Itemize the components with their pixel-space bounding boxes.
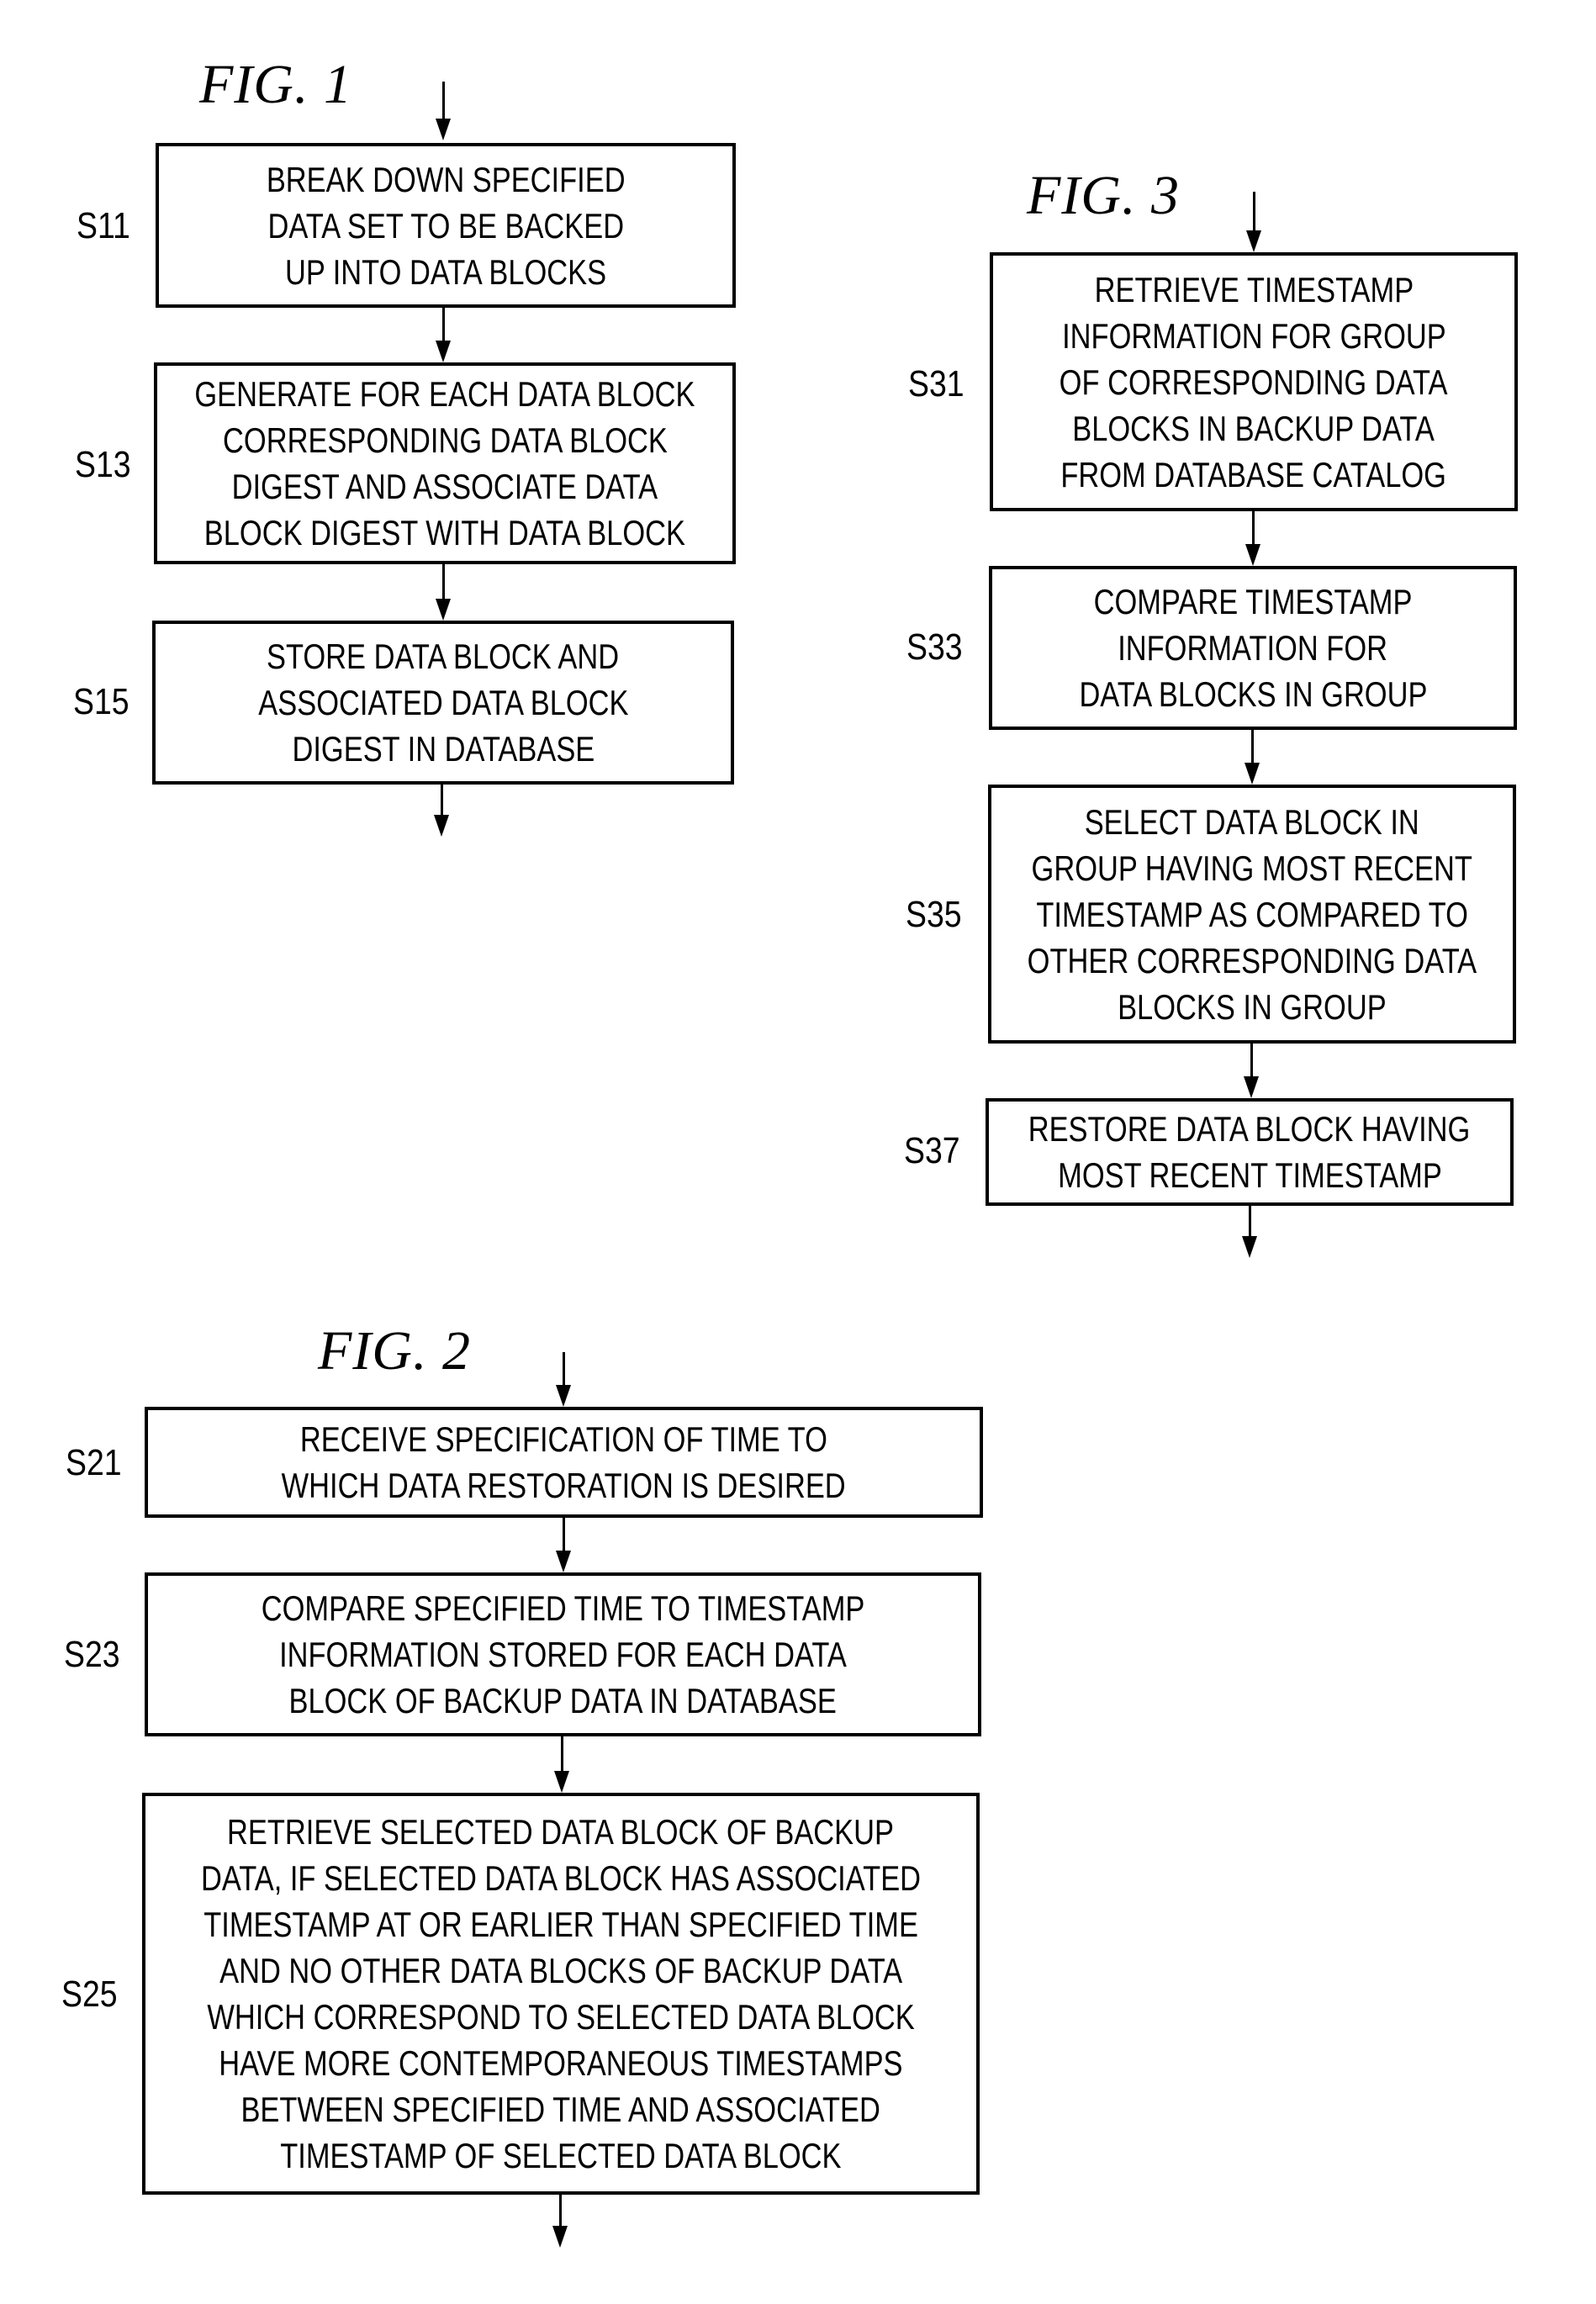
step-box-s21: RECEIVE SPECIFICATION OF TIME TO WHICH D… (145, 1407, 983, 1518)
step-box-s13: GENERATE FOR EACH DATA BLOCK CORRESPONDI… (154, 362, 736, 564)
step-text-line: COMPARE SPECIFIED TIME TO TIMESTAMP (261, 1588, 865, 1628)
patent-drawing-sheet: FIG. 1 S11 BREAK DOWN SPECIFIED DATA SET… (0, 0, 1596, 2304)
step-label-s15: S15 (73, 681, 129, 722)
step-text-line: BETWEEN SPECIFIED TIME AND ASSOCIATED (240, 2090, 881, 2129)
step-text-line: BLOCK OF BACKUP DATA IN DATABASE (288, 1681, 838, 1720)
step-box-s33: COMPARE TIMESTAMP INFORMATION FOR DATA B… (989, 566, 1517, 730)
step-label-s23: S23 (64, 1634, 120, 1675)
step-text-line: TIMESTAMP AT OR EARLIER THAN SPECIFIED T… (203, 1905, 918, 1944)
step-text-line: CORRESPONDING DATA BLOCK (222, 420, 668, 460)
step-text-line: DATA BLOCKS IN GROUP (1078, 674, 1427, 714)
step-text-line: FROM DATABASE CATALOG (1060, 454, 1447, 494)
step-text-line: DIGEST AND ASSOCIATE DATA (231, 467, 658, 506)
step-box-s15: STORE DATA BLOCK AND ASSOCIATED DATA BLO… (152, 621, 734, 785)
step-text-line: BLOCKS IN GROUP (1118, 986, 1387, 1027)
step-text-line: HAVE MORE CONTEMPORANEOUS TIMESTAMPS (219, 2043, 903, 2083)
step-box-s25: RETRIEVE SELECTED DATA BLOCK OF BACKUP D… (142, 1793, 980, 2195)
step-text-line: GROUP HAVING MOST RECENT (1031, 848, 1473, 888)
step-text-line: RECEIVE SPECIFICATION OF TIME TO (299, 1419, 828, 1459)
step-text-line: INFORMATION FOR (1118, 628, 1388, 668)
step-text-line: DATA, IF SELECTED DATA BLOCK HAS ASSOCIA… (200, 1858, 922, 1898)
step-box-s11: BREAK DOWN SPECIFIED DATA SET TO BE BACK… (156, 143, 736, 308)
step-label-s35: S35 (906, 894, 962, 935)
step-label-s33: S33 (906, 626, 963, 668)
step-text-line: DIGEST IN DATABASE (292, 729, 595, 769)
step-label-s13: S13 (75, 444, 131, 485)
step-text-line: MOST RECENT TIMESTAMP (1057, 1155, 1442, 1195)
step-box-s37: RESTORE DATA BLOCK HAVING MOST RECENT TI… (986, 1098, 1514, 1206)
step-text-line: BREAK DOWN SPECIFIED (266, 159, 626, 199)
step-text-line: COMPARE TIMESTAMP (1093, 582, 1413, 621)
figure-3-title: FIG. 3 (1027, 165, 1180, 226)
step-text-line: OF CORRESPONDING DATA (1060, 362, 1448, 402)
step-text-line: GENERATE FOR EACH DATA BLOCK (194, 374, 695, 414)
step-text-line: UP INTO DATA BLOCKS (284, 251, 607, 292)
step-text-line: WHICH CORRESPOND TO SELECTED DATA BLOCK (207, 1997, 915, 2037)
step-text-line: INFORMATION STORED FOR EACH DATA (279, 1635, 847, 1674)
step-text-line: WHICH DATA RESTORATION IS DESIRED (281, 1466, 847, 1505)
step-box-s23: COMPARE SPECIFIED TIME TO TIMESTAMP INFO… (145, 1572, 981, 1736)
step-label-s21: S21 (66, 1442, 122, 1483)
step-text-line: SELECT DATA BLOCK IN (1084, 801, 1420, 842)
step-text-line: STORE DATA BLOCK AND (267, 637, 620, 676)
step-box-s31: RETRIEVE TIMESTAMP INFORMATION FOR GROUP… (990, 252, 1518, 511)
step-text-line: TIMESTAMP AS COMPARED TO (1036, 894, 1468, 934)
step-text-line: RETRIEVE SELECTED DATA BLOCK OF BACKUP (227, 1812, 895, 1852)
step-text-line: RETRIEVE TIMESTAMP (1094, 269, 1414, 309)
step-text-line: BLOCKS IN BACKUP DATA (1072, 408, 1435, 448)
step-box-s35: SELECT DATA BLOCK IN GROUP HAVING MOST R… (988, 785, 1516, 1044)
step-text-line: DATA SET TO BE BACKED (267, 205, 624, 246)
step-label-s25: S25 (61, 1974, 118, 2015)
step-text-line: OTHER CORRESPONDING DATA (1027, 940, 1477, 980)
step-text-line: TIMESTAMP OF SELECTED DATA BLOCK (280, 2136, 842, 2175)
step-label-s11: S11 (77, 205, 130, 246)
step-label-s31: S31 (908, 363, 964, 404)
step-text-line: RESTORE DATA BLOCK HAVING (1028, 1109, 1471, 1149)
figure-1-title: FIG. 1 (199, 54, 352, 115)
step-label-s37: S37 (904, 1130, 960, 1171)
step-text-line: AND NO OTHER DATA BLOCKS OF BACKUP DATA (219, 1951, 903, 1990)
step-text-line: BLOCK DIGEST WITH DATA BLOCK (203, 513, 686, 552)
figure-2-title: FIG. 2 (318, 1320, 471, 1382)
step-text-line: INFORMATION FOR GROUP (1061, 315, 1446, 356)
step-text-line: ASSOCIATED DATA BLOCK (257, 683, 629, 722)
